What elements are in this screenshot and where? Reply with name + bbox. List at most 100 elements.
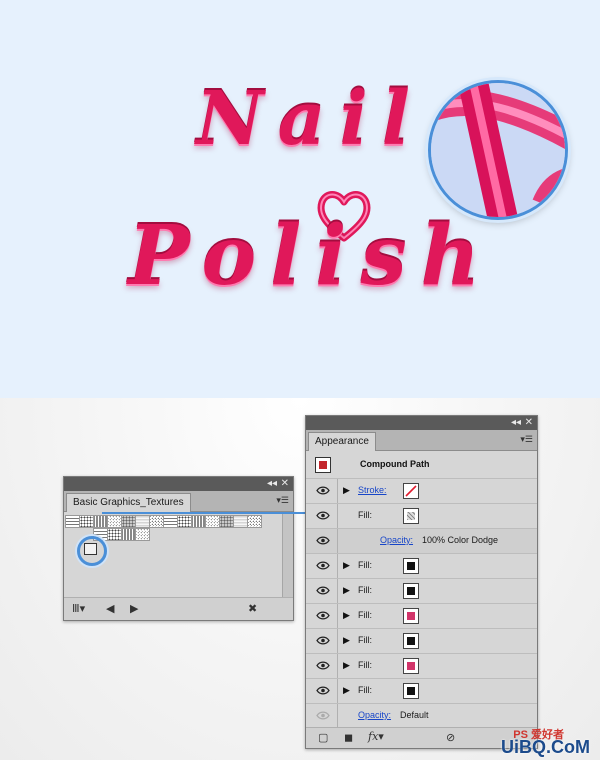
- fill-swatch[interactable]: [403, 508, 419, 524]
- row-divider: [337, 704, 338, 728]
- panel-menu-icon[interactable]: ▾☰: [276, 495, 289, 506]
- fill-swatch[interactable]: [403, 658, 419, 674]
- collapse-icon[interactable]: ◂◂: [511, 416, 521, 430]
- texture-swatch[interactable]: [121, 528, 136, 541]
- fill-swatch[interactable]: [403, 683, 419, 699]
- delete-icon[interactable]: ✖: [248, 602, 257, 615]
- texture-swatch[interactable]: [205, 515, 220, 528]
- visibility-eye-icon[interactable]: [316, 611, 330, 620]
- panel-menu-icon[interactable]: ▾☰: [520, 434, 533, 445]
- row-divider: [337, 629, 338, 653]
- swatch-panel-footer: Ⅲ▾ ◀ ▶ ✖: [64, 597, 293, 620]
- appearance-row-fill[interactable]: ▶ Fill:: [306, 554, 537, 579]
- expand-triangle-icon[interactable]: ▶: [343, 560, 350, 571]
- clear-icon[interactable]: ⊘: [446, 731, 455, 744]
- texture-swatch[interactable]: [65, 515, 80, 528]
- visibility-eye-icon[interactable]: [316, 486, 330, 495]
- appearance-header-label: Compound Path: [360, 459, 430, 469]
- close-icon[interactable]: ✕: [281, 477, 289, 491]
- expand-triangle-icon[interactable]: ▶: [343, 485, 350, 496]
- new-fill-icon[interactable]: ◼: [344, 731, 353, 744]
- appearance-row-label: Fill:: [358, 685, 372, 695]
- zoom-magnifier: [428, 80, 568, 220]
- appearance-row-label: Fill:: [358, 560, 372, 570]
- texture-swatch[interactable]: [107, 528, 122, 541]
- visibility-eye-icon[interactable]: [316, 661, 330, 670]
- appearance-row-fill[interactable]: ▶ Fill:: [306, 604, 537, 629]
- visibility-eye-icon[interactable]: [316, 561, 330, 570]
- selected-swatch[interactable]: [84, 543, 97, 555]
- appearance-row-fill[interactable]: ▶ Fill:: [306, 629, 537, 654]
- row-divider: [337, 554, 338, 578]
- visibility-eye-icon[interactable]: [316, 636, 330, 645]
- close-icon[interactable]: ✕: [525, 416, 533, 430]
- texture-swatch[interactable]: [93, 515, 108, 528]
- expand-triangle-icon[interactable]: ▶: [343, 635, 350, 646]
- tab-appearance[interactable]: Appearance: [308, 432, 376, 451]
- row-divider: [337, 679, 338, 703]
- appearance-row-label: Fill:: [358, 510, 372, 520]
- artwork-word-polish: Polish: [128, 208, 495, 304]
- visibility-eye-icon[interactable]: [316, 686, 330, 695]
- expand-triangle-icon[interactable]: ▶: [343, 610, 350, 621]
- fx-icon[interactable]: fx▾: [368, 730, 384, 743]
- visibility-eye-icon[interactable]: [316, 711, 330, 720]
- swatch-scrollbar[interactable]: [282, 512, 293, 598]
- visibility-eye-icon[interactable]: [316, 586, 330, 595]
- fill-swatch[interactable]: [403, 583, 419, 599]
- texture-swatch[interactable]: [107, 515, 122, 528]
- appearance-row-label[interactable]: Opacity:: [358, 710, 391, 720]
- row-divider: [337, 579, 338, 603]
- collapse-icon[interactable]: ◂◂: [267, 477, 277, 491]
- artwork-canvas: Nail Polish: [0, 0, 600, 398]
- library-menu-icon[interactable]: Ⅲ▾: [72, 602, 85, 615]
- appearance-row-opacity[interactable]: Opacity: Default: [306, 704, 537, 729]
- texture-swatch[interactable]: [247, 515, 262, 528]
- new-stroke-icon[interactable]: ▢: [318, 731, 328, 744]
- appearance-titlebar[interactable]: ◂◂ ✕: [306, 416, 537, 430]
- fill-swatch[interactable]: [403, 633, 419, 649]
- expand-triangle-icon[interactable]: ▶: [343, 685, 350, 696]
- appearance-row-label[interactable]: Stroke:: [358, 485, 387, 495]
- fill-swatch[interactable]: [403, 558, 419, 574]
- texture-swatch[interactable]: [135, 515, 150, 528]
- appearance-row-fill[interactable]: ▶ Fill:: [306, 654, 537, 679]
- tab-basic-graphics-textures[interactable]: Basic Graphics_Textures: [66, 493, 191, 512]
- texture-swatch[interactable]: [79, 515, 94, 528]
- texture-swatch[interactable]: [191, 515, 206, 528]
- texture-swatch[interactable]: [219, 515, 234, 528]
- appearance-panel: ◂◂ ✕ Appearance ▾☰ Compound Path ▶ Stroke…: [305, 415, 538, 749]
- stroke-swatch[interactable]: [403, 483, 419, 499]
- visibility-eye-icon[interactable]: [316, 536, 330, 545]
- appearance-row-label[interactable]: Opacity:: [380, 535, 413, 545]
- row-divider: [337, 504, 338, 528]
- appearance-row-stroke[interactable]: ▶ Stroke:: [306, 479, 537, 504]
- swatch-panel-titlebar[interactable]: ◂◂ ✕: [64, 477, 293, 491]
- texture-swatch[interactable]: [177, 515, 192, 528]
- expand-triangle-icon[interactable]: ▶: [343, 585, 350, 596]
- appearance-row-label: Fill:: [358, 635, 372, 645]
- appearance-header-row[interactable]: Compound Path: [306, 451, 537, 479]
- previous-icon[interactable]: ◀: [106, 602, 114, 615]
- compound-path-thumbnail-icon: [315, 457, 331, 473]
- texture-swatch[interactable]: [233, 515, 248, 528]
- next-icon[interactable]: ▶: [130, 602, 138, 615]
- texture-swatch[interactable]: [135, 528, 150, 541]
- appearance-row-fill[interactable]: Fill:: [306, 504, 537, 529]
- texture-swatch[interactable]: [121, 515, 136, 528]
- texture-swatch[interactable]: [149, 515, 164, 528]
- fill-swatch[interactable]: [403, 608, 419, 624]
- appearance-list: Compound Path ▶ Stroke: Fill: Opacity: 100% …: [306, 451, 537, 729]
- texture-swatch[interactable]: [163, 515, 178, 528]
- artwork-word-nail: Nail: [196, 76, 424, 162]
- appearance-row-fill[interactable]: ▶ Fill:: [306, 679, 537, 704]
- appearance-row-fill[interactable]: ▶ Fill:: [306, 579, 537, 604]
- visibility-eye-icon[interactable]: [316, 511, 330, 520]
- appearance-tab-bar: Appearance ▾☰: [306, 430, 537, 451]
- opacity-value: 100% Color Dodge: [422, 535, 499, 545]
- row-divider: [337, 604, 338, 628]
- appearance-row-opacity[interactable]: Opacity: 100% Color Dodge: [306, 529, 537, 554]
- opacity-value: Default: [400, 710, 429, 720]
- swatch-tab-bar: Basic Graphics_Textures ▾☰: [64, 491, 293, 512]
- expand-triangle-icon[interactable]: ▶: [343, 660, 350, 671]
